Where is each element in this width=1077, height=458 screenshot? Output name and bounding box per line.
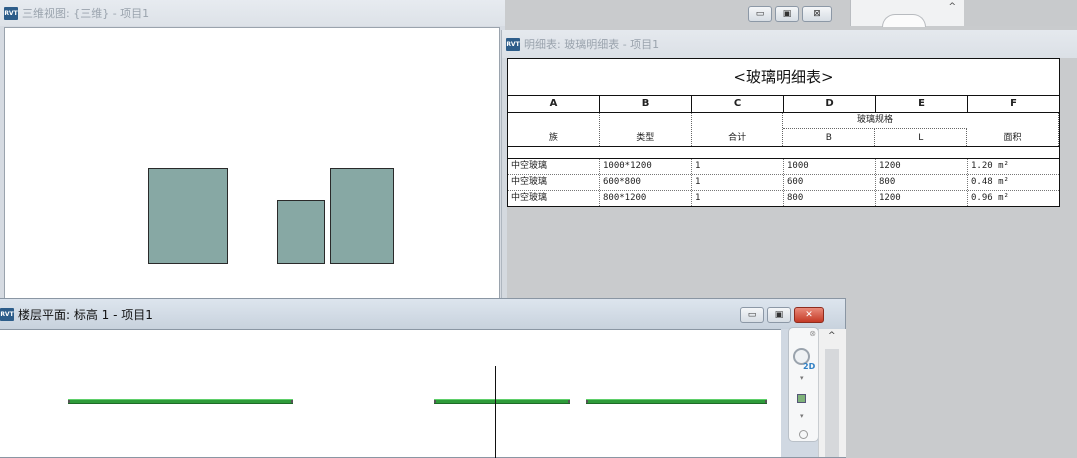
close-icon[interactable]: ⊠ — [802, 6, 832, 22]
column-letter[interactable]: D — [784, 96, 876, 112]
header-area: 面积 — [1003, 133, 1022, 143]
table-row[interactable]: 中空玻璃 800*1200 1 800 1200 0.96 m² — [508, 191, 1059, 206]
close-icon[interactable]: ✕ — [794, 307, 824, 323]
rvt-app-icon: RVT — [0, 307, 14, 321]
rvt-app-icon: RVT — [506, 37, 520, 51]
cell-b[interactable]: 800 — [784, 191, 876, 206]
view3d-titlebar[interactable]: RVT 三维视图: {三维} - 项目1 — [0, 0, 505, 26]
schedule-title[interactable]: <玻璃明细表> — [508, 59, 1059, 96]
close-icon[interactable]: ⊗ — [809, 329, 816, 338]
header-group-glass-spec[interactable]: 玻璃规格 — [783, 113, 967, 129]
column-letter[interactable]: F — [968, 96, 1059, 112]
glass-panel-600x800[interactable] — [277, 200, 325, 264]
minimize-icon[interactable]: ▭ — [740, 307, 764, 323]
header-family: 族 — [548, 133, 558, 143]
cell-area[interactable]: 1.20 m² — [968, 159, 1059, 174]
chevron-down-icon[interactable]: ▾ — [800, 374, 804, 382]
column-letter[interactable]: E — [876, 96, 968, 112]
header-count: 合计 — [728, 133, 747, 143]
cell-count[interactable]: 1 — [692, 175, 784, 190]
floor-plan-canvas[interactable] — [0, 329, 781, 458]
schedule-rows: 中空玻璃 1000*1200 1 1000 1200 1.20 m² 中空玻璃 … — [508, 159, 1059, 206]
maximize-icon[interactable]: ▣ — [767, 307, 791, 323]
cell-l[interactable]: 1200 — [876, 159, 968, 174]
2d-label: 2D — [803, 362, 816, 371]
table-row[interactable]: 中空玻璃 600*800 1 600 800 0.48 m² — [508, 175, 1059, 191]
floor-plan-titlebar[interactable]: RVT 楼层平面: 标高 1 - 项目1 ▭ ▣ ✕ — [0, 299, 845, 329]
floor-plan-window: RVT 楼层平面: 标高 1 - 项目1 ▭ ▣ ✕ ⊗ 2D ▾ ▾ ^ — [0, 298, 846, 458]
header-family-cell[interactable]: 族 — [508, 113, 600, 146]
schedule-window-title: 明细表: 玻璃明细表 - 项目1 — [524, 38, 660, 51]
minimize-icon[interactable]: ▭ — [748, 6, 772, 22]
cell-family[interactable]: 中空玻璃 — [508, 191, 600, 206]
column-letter[interactable]: B — [600, 96, 692, 112]
cell-type[interactable]: 1000*1200 — [600, 159, 692, 174]
header-spacer — [508, 147, 1059, 159]
schedule-titlebar[interactable]: RVT 明细表: 玻璃明细表 - 项目1 — [502, 30, 1077, 58]
plan-window-1000x1200[interactable] — [68, 399, 293, 404]
cell-area[interactable]: 0.96 m² — [968, 191, 1059, 206]
navigation-bar: ⊗ 2D ▾ ▾ — [788, 327, 819, 442]
vertical-scrollbar[interactable]: ^ — [818, 329, 846, 457]
cell-family[interactable]: 中空玻璃 — [508, 175, 600, 190]
cell-type[interactable]: 800*1200 — [600, 191, 692, 206]
reference-line[interactable] — [495, 366, 496, 458]
cell-l[interactable]: 1200 — [876, 191, 968, 206]
view3d-title: 三维视图: {三维} - 项目1 — [22, 7, 150, 20]
cell-count[interactable]: 1 — [692, 191, 784, 206]
header-count-cell[interactable]: 合计 — [692, 113, 784, 146]
background-strip — [964, 0, 1077, 26]
header-type: 类型 — [636, 133, 655, 143]
column-letter[interactable]: A — [508, 96, 600, 112]
header-l: L — [918, 133, 924, 143]
schedule-header: 族 类型 合计 B L 面积 玻璃规格 — [508, 113, 1059, 147]
maximize-icon[interactable]: ▣ — [775, 6, 799, 22]
column-letters: A B C D E F — [508, 96, 1059, 113]
cell-count[interactable]: 1 — [692, 159, 784, 174]
header-type-cell[interactable]: 类型 — [600, 113, 692, 146]
cell-b[interactable]: 1000 — [784, 159, 876, 174]
cell-l[interactable]: 800 — [876, 175, 968, 190]
schedule-window: RVT 明细表: 玻璃明细表 - 项目1 <玻璃明细表> A B C D E F… — [501, 30, 1077, 307]
scrollbar-track[interactable] — [825, 349, 839, 457]
schedule-table: <玻璃明细表> A B C D E F 族 类型 合计 B L 面积 玻璃规格 — [507, 58, 1060, 207]
table-row[interactable]: 中空玻璃 1000*1200 1 1000 1200 1.20 m² — [508, 159, 1059, 175]
scroll-up-icon[interactable]: ^ — [948, 2, 956, 12]
cell-b[interactable]: 600 — [784, 175, 876, 190]
view3d-canvas[interactable] — [4, 27, 500, 300]
project-browser-thumbnail: ^ — [850, 0, 965, 27]
cell-family[interactable]: 中空玻璃 — [508, 159, 600, 174]
cell-area[interactable]: 0.48 m² — [968, 175, 1059, 190]
chevron-down-icon[interactable]: ▾ — [800, 412, 804, 420]
zoom-icon[interactable] — [797, 394, 806, 403]
floor-plan-window-controls: ▭ ▣ ✕ — [740, 307, 824, 323]
glass-panel-1000x1200[interactable] — [148, 168, 228, 264]
options-icon[interactable] — [799, 430, 808, 439]
scroll-up-icon[interactable]: ^ — [828, 331, 836, 341]
header-b: B — [825, 133, 832, 143]
header-area-cell[interactable]: 面积 — [967, 113, 1059, 146]
plan-window-600x800[interactable] — [434, 399, 570, 404]
cylinder-thumbnail — [882, 14, 926, 27]
column-letter[interactable]: C — [692, 96, 784, 112]
rvt-app-icon: RVT — [4, 6, 18, 20]
glass-panel-800x1200[interactable] — [330, 168, 394, 264]
cell-type[interactable]: 600*800 — [600, 175, 692, 190]
view3d-window-controls: ▭ ▣ ⊠ — [748, 6, 832, 22]
floor-plan-title: 楼层平面: 标高 1 - 项目1 — [18, 307, 153, 322]
view3d-window: RVT 三维视图: {三维} - 项目1 — [0, 0, 505, 300]
schedule-body: <玻璃明细表> A B C D E F 族 类型 合计 B L 面积 玻璃规格 — [507, 58, 1077, 307]
plan-window-800x1200[interactable] — [586, 399, 767, 404]
